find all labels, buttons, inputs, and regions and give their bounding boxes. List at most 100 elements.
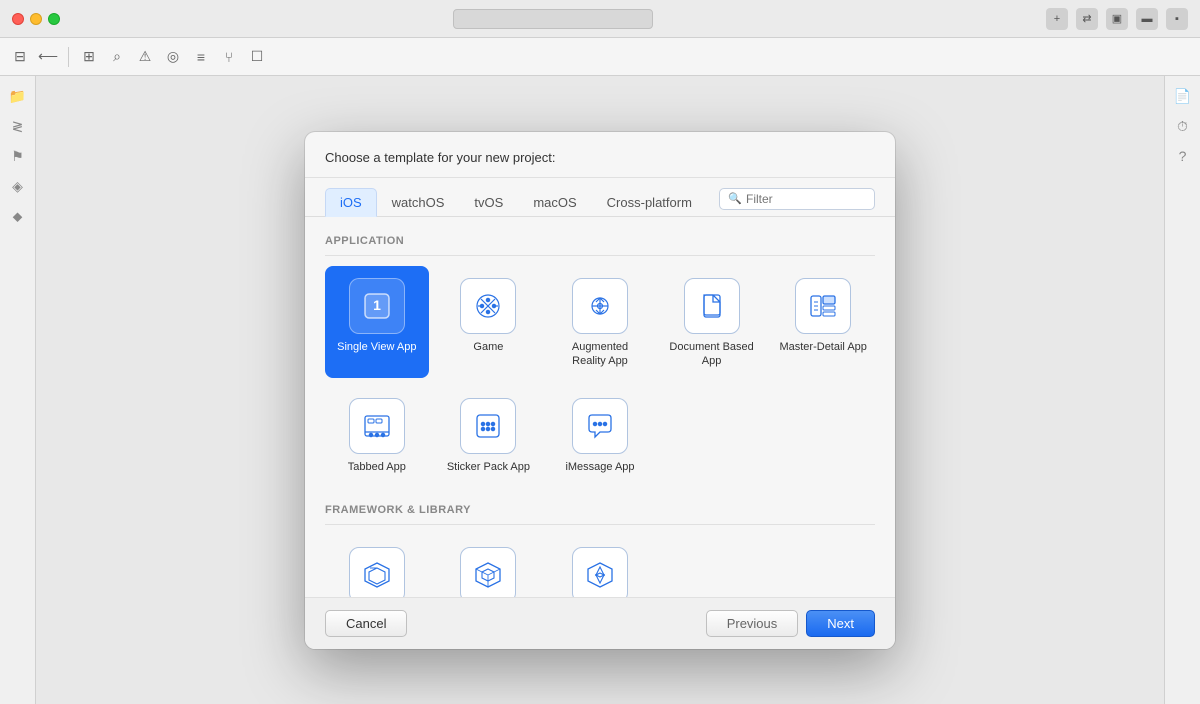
layout3-button[interactable]: ▪	[1166, 8, 1188, 30]
add-button[interactable]: +	[1046, 8, 1068, 30]
maximize-button[interactable]	[48, 13, 60, 25]
issue-icon[interactable]: ⚑	[6, 144, 30, 168]
document-label: Document Based App	[668, 340, 756, 369]
tabs-bar: iOS watchOS tvOS macOS Cross-platform 🔍	[305, 178, 895, 217]
template-tabbed[interactable]: Tabbed App	[325, 386, 429, 484]
framework-grid: Framework	[325, 535, 875, 596]
debug-icon[interactable]: ⬥	[6, 204, 30, 228]
tabbed-label: Tabbed App	[348, 460, 406, 474]
sidebar-toggle-icon[interactable]: ⊟	[8, 45, 32, 69]
ar-label: Augmented Reality App	[556, 340, 644, 369]
next-button[interactable]: Next	[806, 610, 875, 637]
static-lib-icon-box	[460, 547, 516, 596]
previous-button[interactable]: Previous	[706, 610, 799, 637]
tab-crossplatform[interactable]: Cross-platform	[592, 188, 707, 217]
new-project-dialog: Choose a template for your new project: …	[305, 132, 895, 649]
ar-icon	[582, 288, 618, 324]
tab-tvos[interactable]: tvOS	[459, 188, 518, 217]
tab-macos[interactable]: macOS	[518, 188, 591, 217]
template-document[interactable]: Document Based App	[660, 266, 764, 379]
dialog-header: Choose a template for your new project:	[305, 132, 895, 178]
toolbar-separator	[68, 47, 69, 67]
list-icon[interactable]: ≡	[189, 45, 213, 69]
layout2-button[interactable]: ▬	[1136, 8, 1158, 30]
sticker-icon-box	[460, 398, 516, 454]
tabbed-icon-box	[349, 398, 405, 454]
folder-icon[interactable]: 📁	[6, 84, 30, 108]
filter-box[interactable]: 🔍	[719, 188, 875, 210]
tab-ios[interactable]: iOS	[325, 188, 377, 217]
sticker-icon	[470, 408, 506, 444]
master-detail-icon-box	[795, 278, 851, 334]
sidebar-left: 📁 ≷ ⚑ ◈ ⬥	[0, 76, 36, 704]
template-metal-lib[interactable]: Metal Library	[548, 535, 652, 596]
imessage-icon-box	[572, 398, 628, 454]
dialog-body: Application 1 Single View App	[305, 217, 895, 597]
titlebar-search	[453, 9, 653, 29]
panel-right: 📄 ⏱ ?	[1164, 76, 1200, 704]
toolbar: ⊟ ⟵ ⊞ ⌕ ⚠ ◎ ≡ ⑂ ☐	[0, 38, 1200, 76]
footer-right-buttons: Previous Next	[706, 610, 875, 637]
metal-lib-icon-box	[572, 547, 628, 596]
imessage-icon	[582, 408, 618, 444]
back-icon[interactable]: ⟵	[36, 45, 60, 69]
document-icon-box	[684, 278, 740, 334]
document-icon	[694, 288, 730, 324]
dialog-title: Choose a template for your new project:	[325, 150, 875, 165]
grid-icon[interactable]: ⊞	[77, 45, 101, 69]
clock-icon[interactable]: ⏱	[1171, 114, 1195, 138]
game-icon-box	[460, 278, 516, 334]
game-label: Game	[473, 340, 503, 354]
warning-icon[interactable]: ⚠	[133, 45, 157, 69]
master-detail-label: Master-Detail App	[779, 340, 866, 354]
template-static-lib[interactable]: Static Library	[437, 535, 541, 596]
dialog-overlay: Choose a template for your new project: …	[36, 76, 1164, 704]
template-framework[interactable]: Framework	[325, 535, 429, 596]
tabbed-icon	[359, 408, 395, 444]
search-icon[interactable]: ⌕	[105, 45, 129, 69]
template-game[interactable]: Game	[437, 266, 541, 379]
template-imessage[interactable]: iMessage App	[548, 386, 652, 484]
framework-icon-box	[349, 547, 405, 596]
single-view-icon-box: 1	[349, 278, 405, 334]
traffic-lights	[12, 13, 60, 25]
cancel-button[interactable]: Cancel	[325, 610, 407, 637]
application-section-header: Application	[325, 229, 875, 256]
inspector-icon[interactable]: 📄	[1171, 84, 1195, 108]
layout1-button[interactable]: ▣	[1106, 8, 1128, 30]
nav-button[interactable]: ⇄	[1076, 8, 1098, 30]
minimize-button[interactable]	[30, 13, 42, 25]
filter-icon: 🔍	[728, 192, 742, 205]
static-lib-icon	[470, 557, 506, 593]
titlebar: + ⇄ ▣ ▬ ▪	[0, 0, 1200, 38]
game-icon	[470, 288, 506, 324]
template-single-view[interactable]: 1 Single View App	[325, 266, 429, 379]
template-sticker[interactable]: Sticker Pack App	[437, 386, 541, 484]
application-grid: 1 Single View App	[325, 266, 875, 485]
comment-icon[interactable]: ☐	[245, 45, 269, 69]
single-view-label: Single View App	[337, 340, 416, 354]
source-icon[interactable]: ≷	[6, 114, 30, 138]
imessage-label: iMessage App	[565, 460, 634, 474]
template-ar[interactable]: Augmented Reality App	[548, 266, 652, 379]
ar-icon-box	[572, 278, 628, 334]
filter-input[interactable]	[746, 192, 866, 206]
target-icon[interactable]: ◎	[161, 45, 185, 69]
help-icon[interactable]: ?	[1171, 144, 1195, 168]
main-area: 📁 ≷ ⚑ ◈ ⬥ Choose a template for your new…	[0, 76, 1200, 704]
titlebar-center	[68, 9, 1038, 29]
template-master-detail[interactable]: Master-Detail App	[771, 266, 875, 379]
branch-icon[interactable]: ⑂	[217, 45, 241, 69]
single-view-icon: 1	[359, 288, 395, 324]
tab-watchos[interactable]: watchOS	[377, 188, 460, 217]
metal-lib-icon	[582, 557, 618, 593]
close-button[interactable]	[12, 13, 24, 25]
sticker-label: Sticker Pack App	[447, 460, 530, 474]
master-detail-icon	[805, 288, 841, 324]
framework-section-header: Framework & Library	[325, 498, 875, 525]
svg-text:1: 1	[373, 297, 381, 313]
test-icon[interactable]: ◈	[6, 174, 30, 198]
titlebar-actions: + ⇄ ▣ ▬ ▪	[1046, 8, 1188, 30]
content-area: Choose a template for your new project: …	[36, 76, 1164, 704]
dialog-footer: Cancel Previous Next	[305, 597, 895, 649]
